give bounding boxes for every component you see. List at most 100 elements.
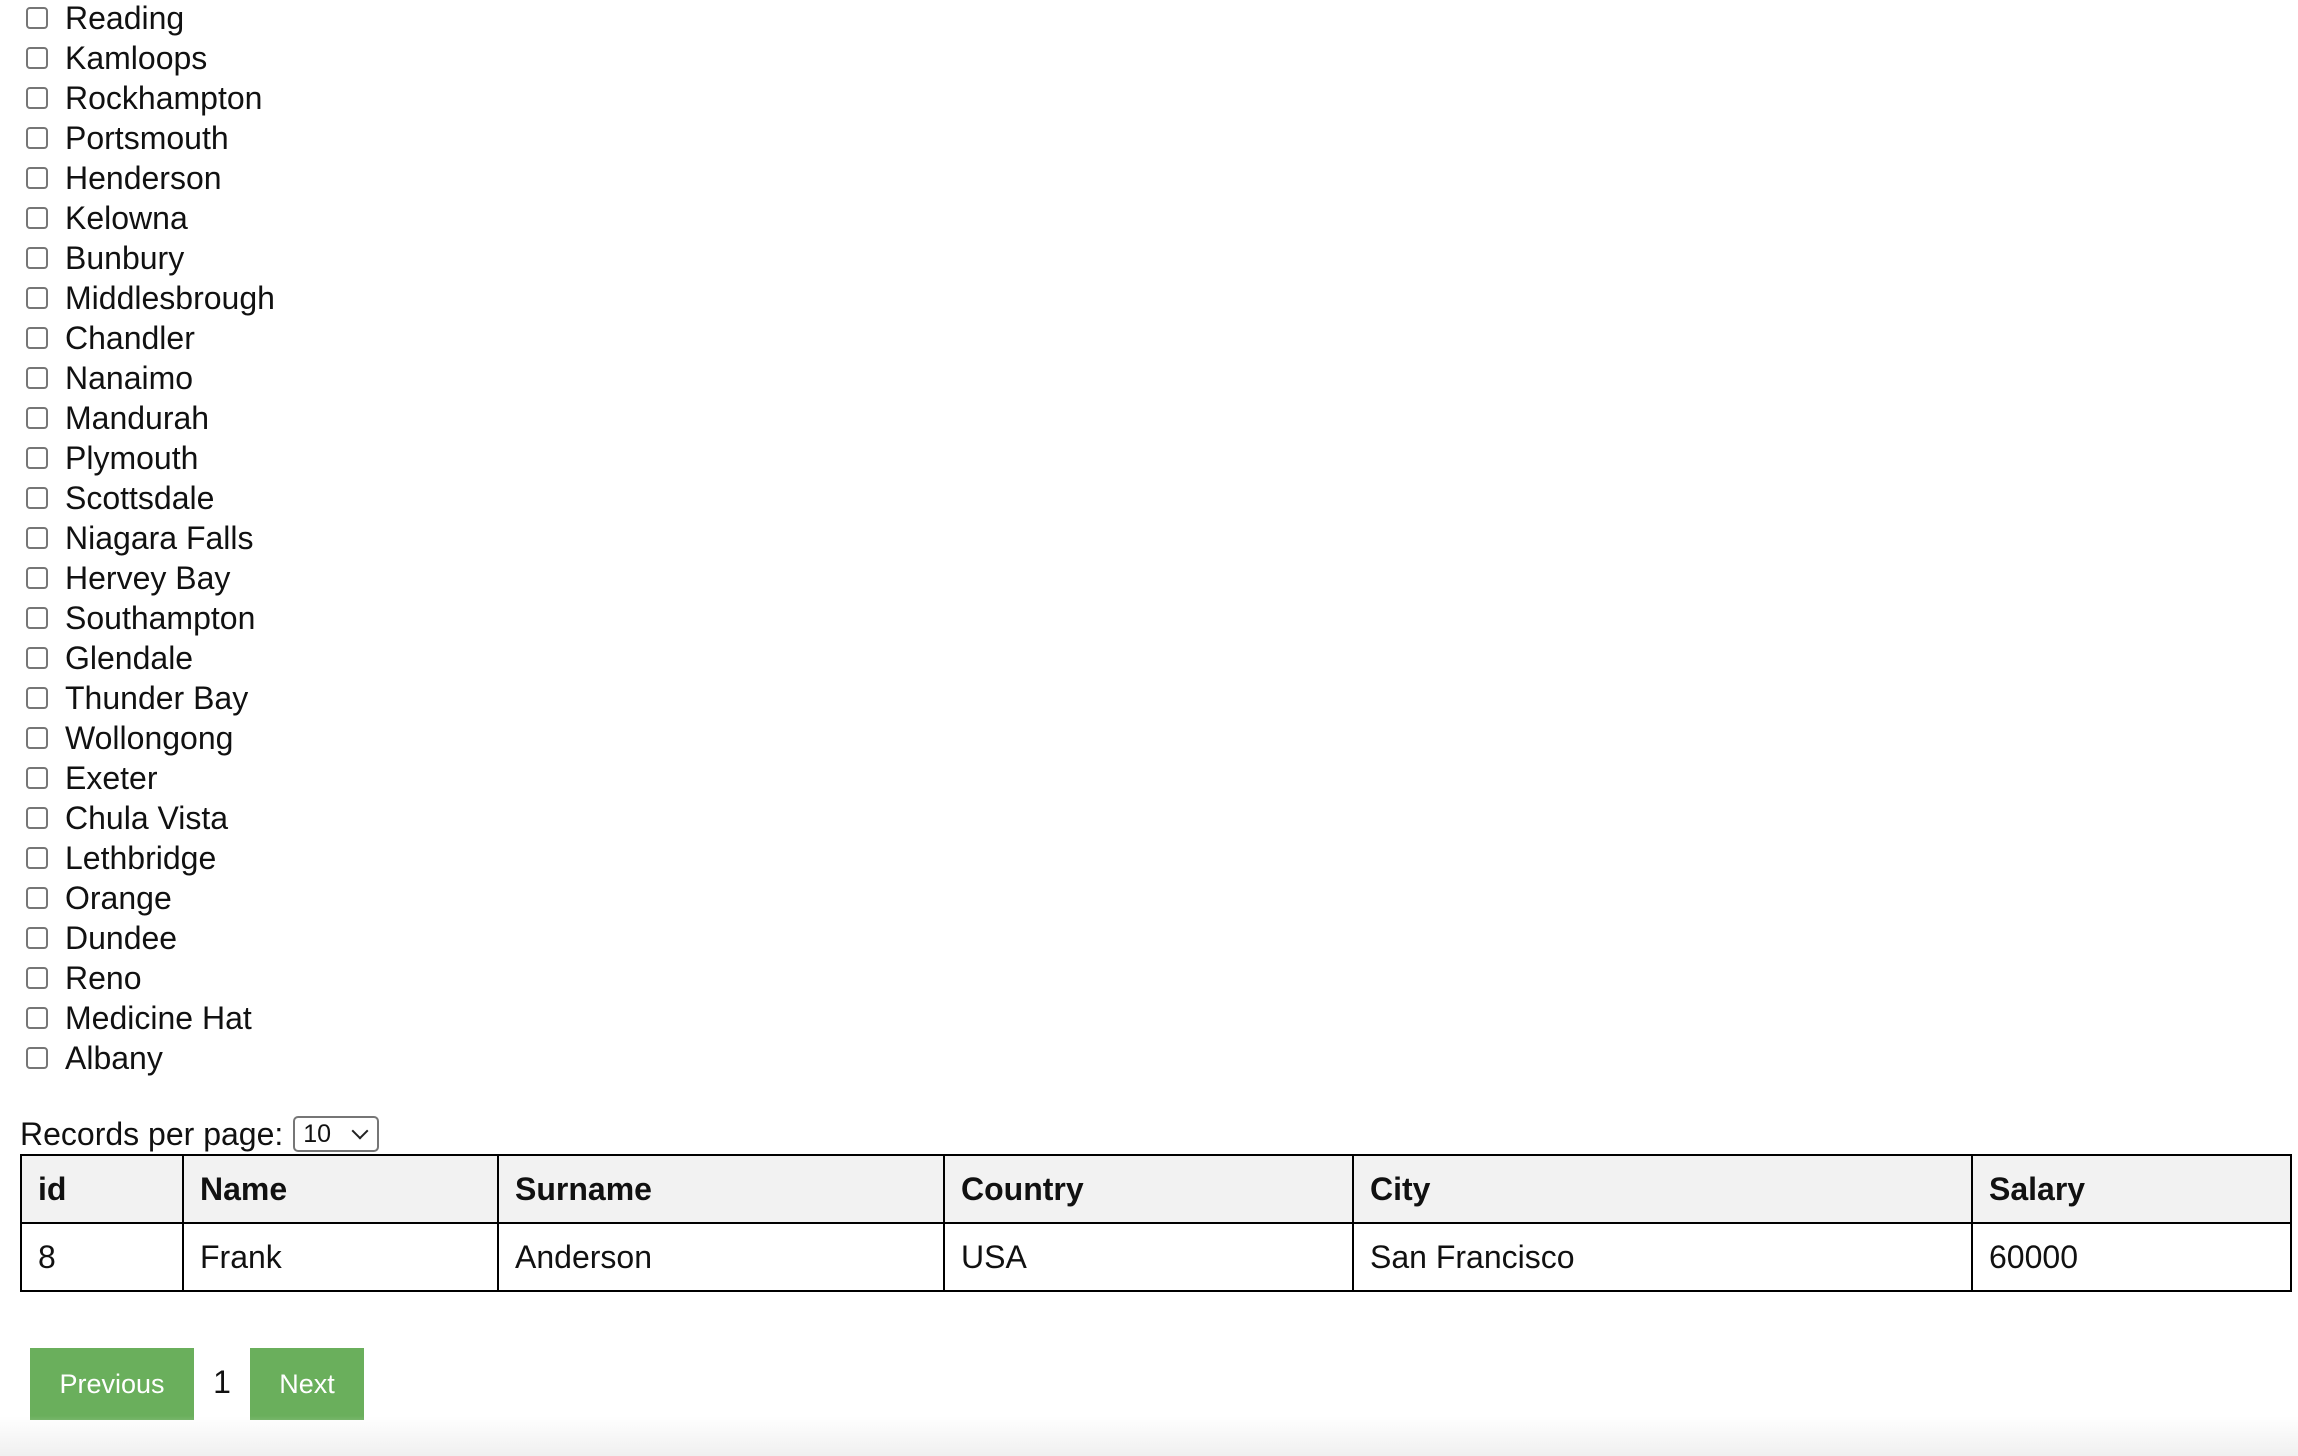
- next-button[interactable]: Next: [250, 1348, 364, 1420]
- city-checkbox[interactable]: [26, 207, 48, 229]
- city-label: Reading: [65, 0, 185, 36]
- column-header-country: Country: [943, 1154, 1354, 1224]
- city-checkbox[interactable]: [26, 247, 48, 269]
- city-label: Kamloops: [65, 40, 208, 76]
- city-checkbox[interactable]: [26, 887, 48, 909]
- table-header-row: id Name Surname Country City Salary: [20, 1154, 2292, 1224]
- city-checkbox[interactable]: [26, 487, 48, 509]
- city-label: Chula Vista: [65, 800, 229, 836]
- city-filter-item[interactable]: Thunder Bay: [26, 678, 275, 718]
- city-filter-item[interactable]: Southampton: [26, 598, 275, 638]
- city-checkbox[interactable]: [26, 727, 48, 749]
- city-checkbox[interactable]: [26, 7, 48, 29]
- city-label: Rockhampton: [65, 80, 263, 116]
- city-label: Albany: [65, 1040, 163, 1076]
- previous-button[interactable]: Previous: [30, 1348, 194, 1420]
- city-label: Henderson: [65, 160, 222, 196]
- city-filter-item[interactable]: Bunbury: [26, 238, 275, 278]
- city-filter-item[interactable]: Nanaimo: [26, 358, 275, 398]
- column-header-id: id: [20, 1154, 184, 1224]
- city-checkbox[interactable]: [26, 407, 48, 429]
- city-label: Reno: [65, 960, 142, 996]
- records-per-page-label: Records per page:: [20, 1115, 284, 1152]
- records-per-page: Records per page: 10: [20, 1113, 380, 1155]
- city-filter-list: Reading Kamloops Rockhampton Portsmouth Hend…: [26, 0, 275, 1078]
- city-filter-item[interactable]: Niagara Falls: [26, 518, 275, 558]
- city-label: Kelowna: [65, 200, 188, 236]
- bottom-edge-shadow: [0, 1416, 2298, 1456]
- city-filter-item[interactable]: Kelowna: [26, 198, 275, 238]
- city-label: Wollongong: [65, 720, 234, 756]
- city-checkbox[interactable]: [26, 847, 48, 869]
- city-label: Southampton: [65, 600, 256, 636]
- city-label: Mandurah: [65, 400, 210, 436]
- city-label: Scottsdale: [65, 480, 215, 516]
- city-filter-item[interactable]: Rockhampton: [26, 78, 275, 118]
- pagination: Previous 1 Next: [30, 1348, 364, 1420]
- city-checkbox[interactable]: [26, 87, 48, 109]
- city-checkbox[interactable]: [26, 327, 48, 349]
- city-checkbox[interactable]: [26, 287, 48, 309]
- city-label: Bunbury: [65, 240, 185, 276]
- city-label: Hervey Bay: [65, 560, 231, 596]
- city-filter-item[interactable]: Scottsdale: [26, 478, 275, 518]
- city-filter-item[interactable]: Albany: [26, 1038, 275, 1078]
- city-checkbox[interactable]: [26, 1047, 48, 1069]
- city-checkbox[interactable]: [26, 927, 48, 949]
- city-checkbox[interactable]: [26, 1007, 48, 1029]
- records-per-page-value: 10: [303, 1119, 332, 1148]
- city-filter-item[interactable]: Chula Vista: [26, 798, 275, 838]
- city-filter-item[interactable]: Reading: [26, 0, 275, 38]
- city-label: Nanaimo: [65, 360, 194, 396]
- city-checkbox[interactable]: [26, 527, 48, 549]
- city-checkbox[interactable]: [26, 647, 48, 669]
- city-checkbox[interactable]: [26, 607, 48, 629]
- city-filter-item[interactable]: Reno: [26, 958, 275, 998]
- city-filter-item[interactable]: Wollongong: [26, 718, 275, 758]
- city-filter-item[interactable]: Kamloops: [26, 38, 275, 78]
- city-label: Chandler: [65, 320, 195, 356]
- city-checkbox[interactable]: [26, 807, 48, 829]
- city-filter-item[interactable]: Hervey Bay: [26, 558, 275, 598]
- column-header-name: Name: [182, 1154, 499, 1224]
- city-filter-item[interactable]: Glendale: [26, 638, 275, 678]
- cell-id: 8: [20, 1222, 184, 1292]
- city-label: Lethbridge: [65, 840, 217, 876]
- city-filter-item[interactable]: Chandler: [26, 318, 275, 358]
- city-label: Middlesbrough: [65, 280, 275, 316]
- city-checkbox[interactable]: [26, 47, 48, 69]
- records-per-page-select[interactable]: 10: [293, 1116, 380, 1152]
- city-filter-item[interactable]: Henderson: [26, 158, 275, 198]
- city-filter-item[interactable]: Exeter: [26, 758, 275, 798]
- cell-name: Frank: [182, 1222, 499, 1292]
- city-checkbox[interactable]: [26, 167, 48, 189]
- city-filter-item[interactable]: Plymouth: [26, 438, 275, 478]
- city-filter-item[interactable]: Medicine Hat: [26, 998, 275, 1038]
- city-filter-item[interactable]: Portsmouth: [26, 118, 275, 158]
- column-header-city: City: [1352, 1154, 1973, 1224]
- city-checkbox[interactable]: [26, 687, 48, 709]
- cell-surname: Anderson: [497, 1222, 945, 1292]
- city-checkbox[interactable]: [26, 967, 48, 989]
- chevron-down-icon: [351, 1122, 369, 1140]
- city-label: Niagara Falls: [65, 520, 254, 556]
- city-label: Glendale: [65, 640, 194, 676]
- city-label: Portsmouth: [65, 120, 229, 156]
- city-label: Plymouth: [65, 440, 199, 476]
- city-filter-item[interactable]: Mandurah: [26, 398, 275, 438]
- city-label: Orange: [65, 880, 172, 916]
- column-header-surname: Surname: [497, 1154, 945, 1224]
- cell-city: San Francisco: [1352, 1222, 1973, 1292]
- city-checkbox[interactable]: [26, 767, 48, 789]
- city-filter-item[interactable]: Middlesbrough: [26, 278, 275, 318]
- city-label: Thunder Bay: [65, 680, 249, 716]
- cell-salary: 60000: [1971, 1222, 2292, 1292]
- cell-country: USA: [943, 1222, 1354, 1292]
- city-filter-item[interactable]: Orange: [26, 878, 275, 918]
- city-filter-item[interactable]: Lethbridge: [26, 838, 275, 878]
- city-checkbox[interactable]: [26, 127, 48, 149]
- city-checkbox[interactable]: [26, 567, 48, 589]
- city-checkbox[interactable]: [26, 367, 48, 389]
- city-checkbox[interactable]: [26, 447, 48, 469]
- city-filter-item[interactable]: Dundee: [26, 918, 275, 958]
